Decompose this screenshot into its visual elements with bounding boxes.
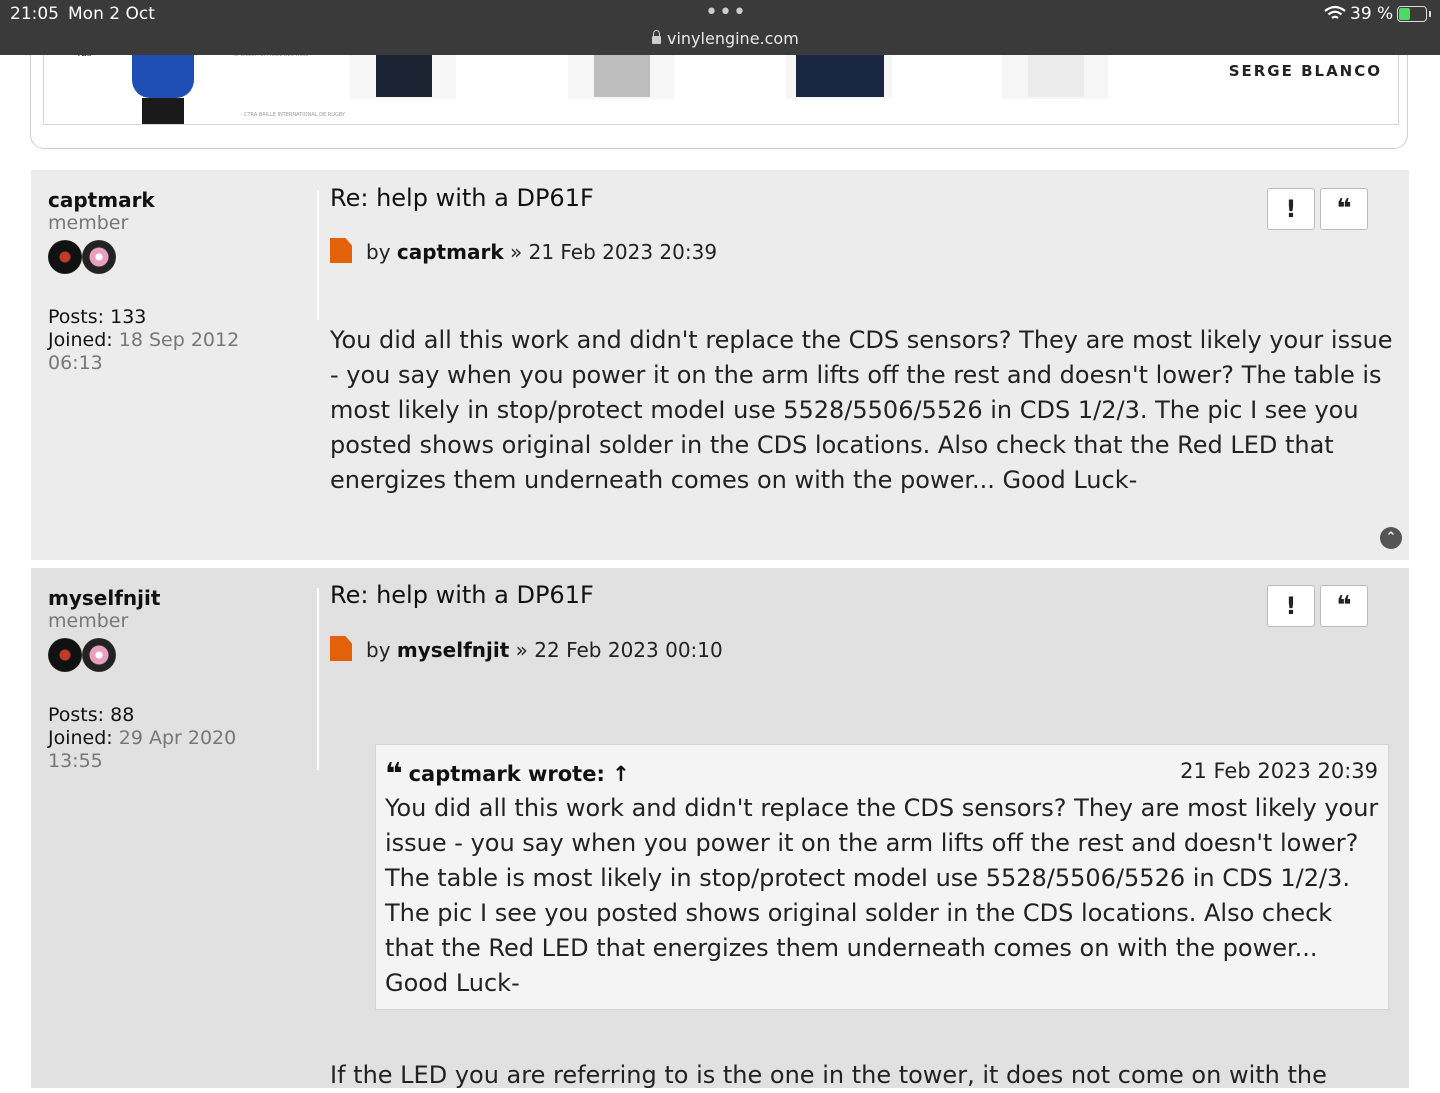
- lock-icon: [652, 30, 661, 44]
- post-byline: by captmark » 21 Feb 2023 20:39: [330, 238, 717, 264]
- post-title[interactable]: Re: help with a DP61F: [330, 184, 594, 212]
- user-stats: Posts: 88 Joined: 29 Apr 2020 13:55: [48, 704, 318, 773]
- joined-date: 18 Sep 2012: [118, 329, 240, 351]
- profile-divider: [317, 190, 319, 320]
- quote-icon: ❝: [1336, 194, 1352, 224]
- battery-icon: [1397, 6, 1431, 22]
- post-datetime: 21 Feb 2023 20:39: [528, 240, 718, 264]
- post-username[interactable]: captmark: [48, 188, 318, 212]
- post-1: captmark member Posts: 133 Joined: 18 Se…: [31, 170, 1409, 560]
- url-text: vinylengine.com: [667, 29, 799, 48]
- wifi-icon: [1324, 5, 1346, 19]
- quote-icon: ❝: [1336, 591, 1352, 621]
- vinyl-record-icon: [48, 638, 82, 672]
- vinyl-record-icon: [82, 240, 116, 274]
- joined-label: Joined:: [48, 727, 113, 749]
- post-author[interactable]: myselfnjit: [397, 638, 509, 662]
- quote-date: 21 Feb 2023 20:39: [1180, 759, 1378, 783]
- post-datetime: 22 Feb 2023 00:10: [534, 638, 723, 662]
- joined-label: Joined:: [48, 329, 113, 351]
- ad-caption-text: CTRA BAILLE INTERNATIONAL DE RUGBY: [244, 112, 345, 118]
- quote-author[interactable]: captmark wrote: ↑: [409, 762, 630, 786]
- post-content: You did all this work and didn't replace…: [330, 326, 1393, 494]
- rank-image: [48, 638, 318, 678]
- status-date: Mon 2 Oct: [68, 4, 155, 24]
- joined-time: 06:13: [48, 352, 103, 374]
- posts-count[interactable]: 133: [110, 306, 146, 328]
- quote-button[interactable]: ❝: [1320, 188, 1368, 230]
- address-bar[interactable]: vinylengine.com: [652, 29, 799, 48]
- post-byline: by myselfnjit » 22 Feb 2023 00:10: [330, 636, 723, 662]
- status-bar: 21:05 Mon 2 Oct ••• vinylengine.com 39 %: [0, 0, 1440, 55]
- quote-button[interactable]: ❝: [1320, 585, 1368, 627]
- joined-date: 29 Apr 2020: [118, 727, 237, 749]
- rank-image: [48, 240, 318, 280]
- profile-divider: [317, 588, 319, 770]
- report-button[interactable]: !: [1267, 585, 1315, 627]
- post-document-icon[interactable]: [330, 238, 352, 263]
- status-time: 21:05: [10, 4, 59, 24]
- post-profile: myselfnjit member Posts: 88 Joined: 29 A…: [48, 586, 318, 773]
- post-content: If the LED you are referring to is the o…: [330, 1061, 1327, 1089]
- user-rank: member: [48, 212, 129, 234]
- ad-banner[interactable]: PLAY SPONSOR OFFICIEL DES FANS CTRA BAIL…: [30, 40, 1408, 149]
- battery-percent: 39 %: [1350, 4, 1394, 24]
- post-profile: captmark member Posts: 133 Joined: 18 Se…: [48, 188, 318, 375]
- quoted-post: ❝ captmark wrote: ↑ 21 Feb 2023 20:39 You…: [375, 744, 1389, 1010]
- post-document-icon[interactable]: [330, 636, 352, 661]
- user-rank: member: [48, 610, 129, 632]
- posts-label: Posts:: [48, 704, 105, 726]
- quote-header[interactable]: ❝ captmark wrote: ↑: [385, 757, 630, 792]
- report-button[interactable]: !: [1267, 188, 1315, 230]
- joined-time: 13:55: [48, 750, 103, 772]
- posts-count[interactable]: 88: [110, 704, 134, 726]
- user-stats: Posts: 133 Joined: 18 Sep 2012 06:13: [48, 306, 318, 375]
- quote-mark-icon: ❝: [385, 757, 403, 792]
- post-author[interactable]: captmark: [397, 240, 504, 264]
- posts-label: Posts:: [48, 306, 105, 328]
- ad-brand-logo: SERGE BLANCO: [1228, 62, 1382, 80]
- post-title[interactable]: Re: help with a DP61F: [330, 581, 594, 609]
- vinyl-record-icon: [82, 638, 116, 672]
- quote-body: You did all this work and didn't replace…: [385, 794, 1379, 997]
- browser-menu-dots[interactable]: •••: [705, 0, 747, 25]
- post-2: myselfnjit member Posts: 88 Joined: 29 A…: [31, 568, 1409, 1089]
- vinyl-record-icon: [48, 240, 82, 274]
- post-username[interactable]: myselfnjit: [48, 586, 318, 610]
- back-to-top-icon[interactable]: ⌃: [1380, 527, 1402, 549]
